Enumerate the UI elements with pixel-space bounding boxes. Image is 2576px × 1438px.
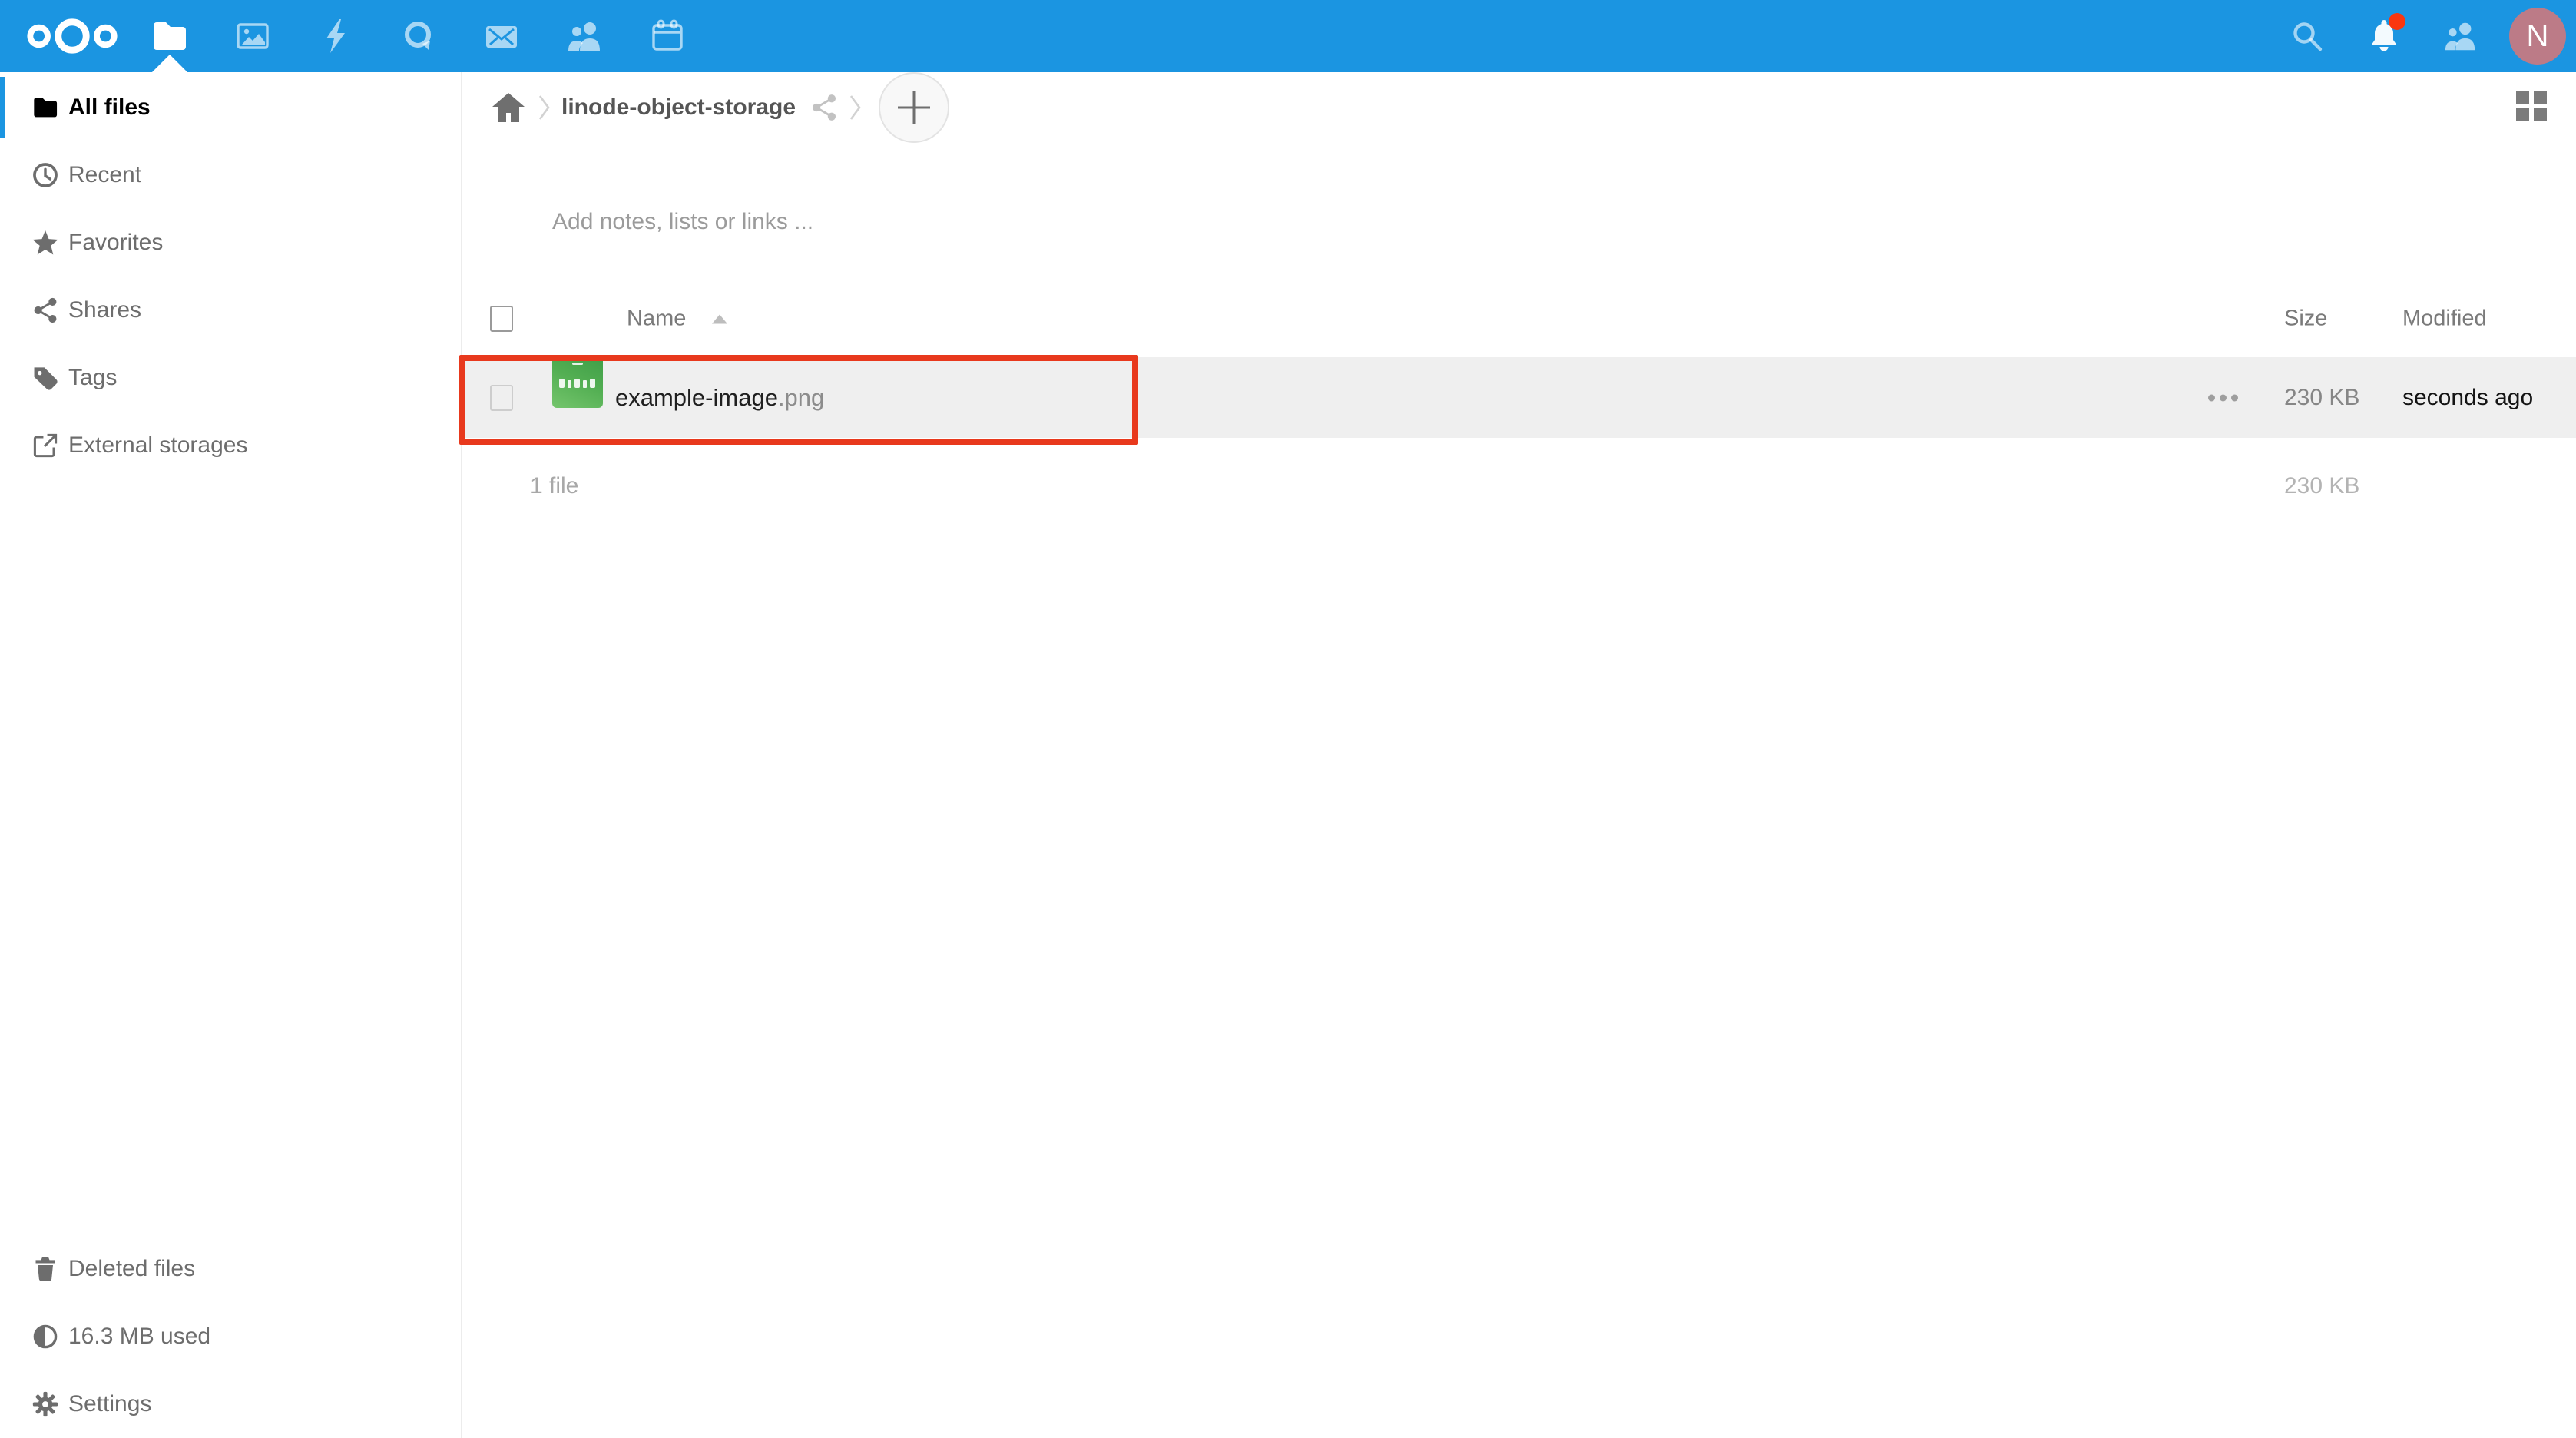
column-header-name[interactable]: Name: [627, 306, 727, 332]
sidebar-item-label: All files: [68, 94, 151, 121]
app-contacts-icon[interactable]: [543, 0, 626, 72]
sidebar-item-label: Tags: [68, 365, 117, 391]
file-list-content: linode-object-storage Add notes, lists o…: [462, 72, 2576, 1438]
chevron-right-icon: [537, 94, 551, 121]
sidebar-item-label: Deleted files: [68, 1256, 195, 1282]
column-header-size[interactable]: Size: [2284, 306, 2327, 332]
nextcloud-logo-icon[interactable]: [23, 0, 121, 72]
quota-icon: [31, 1323, 59, 1350]
sidebar-item-all-files[interactable]: All files: [0, 74, 461, 141]
grid-view-toggle-icon[interactable]: [2516, 91, 2550, 124]
sidebar-item-label: Favorites: [68, 230, 163, 256]
sidebar-item-quota[interactable]: 16.3 MB used: [0, 1303, 461, 1370]
search-icon[interactable]: [2269, 0, 2346, 72]
app-files-icon[interactable]: [128, 0, 211, 72]
clock-icon: [31, 161, 59, 189]
chevron-right-icon: [848, 94, 862, 121]
app-talk-icon[interactable]: [377, 0, 460, 72]
file-name[interactable]: example-image.png: [615, 384, 824, 412]
trash-icon: [31, 1255, 59, 1283]
share-icon: [31, 297, 59, 324]
app-launcher: [128, 0, 709, 72]
sidebar-nav: All files Recent Favorites: [0, 72, 461, 479]
row-checkbox[interactable]: [490, 385, 513, 411]
select-all-checkbox[interactable]: [490, 306, 513, 332]
sidebar: All files Recent Favorites: [0, 72, 462, 1438]
notification-badge: [2389, 13, 2405, 30]
sidebar-item-label: Shares: [68, 297, 141, 323]
notes-input[interactable]: Add notes, lists or links ...: [552, 209, 813, 235]
sidebar-bottom-nav: Deleted files 16.3 MB used: [0, 1234, 461, 1438]
active-app-notch: [152, 55, 187, 72]
contacts-menu-icon[interactable]: [2422, 0, 2499, 72]
sidebar-item-deleted-files[interactable]: Deleted files: [0, 1235, 461, 1303]
new-file-button[interactable]: [879, 72, 949, 143]
summary-total-size: 230 KB: [2284, 473, 2359, 499]
external-storage-icon: [31, 432, 59, 459]
topbar-right: N: [2269, 0, 2576, 72]
table-row-example-image[interactable]: example-image.png 230 KB seconds ago: [462, 357, 2576, 438]
column-header-modified[interactable]: Modified: [2402, 306, 2487, 332]
app-activity-icon[interactable]: [294, 0, 377, 72]
avatar-letter: N: [2527, 19, 2549, 54]
summary-file-count: 1 file: [530, 473, 578, 499]
sidebar-item-label: Settings: [68, 1391, 151, 1417]
star-icon: [31, 229, 59, 257]
file-list-header: Name Size Modified: [462, 293, 2576, 344]
app-mail-icon[interactable]: [460, 0, 543, 72]
sidebar-item-external-storages[interactable]: External storages: [0, 412, 461, 479]
tag-icon: [31, 364, 59, 392]
user-avatar[interactable]: N: [2499, 0, 2576, 72]
gear-icon: [31, 1390, 59, 1418]
file-list-summary: 1 file 230 KB: [462, 461, 2576, 512]
nextcloud-files-app: N All files Recent: [0, 0, 2576, 1438]
sort-ascending-icon: [712, 314, 727, 323]
app-photos-icon[interactable]: [211, 0, 294, 72]
file-size: 230 KB: [2284, 385, 2359, 411]
breadcrumb-current-folder[interactable]: linode-object-storage: [561, 94, 796, 121]
file-thumbnail-green-image[interactable]: [552, 357, 603, 408]
home-icon[interactable]: [491, 91, 526, 124]
sidebar-item-tags[interactable]: Tags: [0, 344, 461, 412]
notifications-bell-icon[interactable]: [2346, 0, 2422, 72]
share-folder-icon[interactable]: [811, 94, 837, 121]
sidebar-item-shares[interactable]: Shares: [0, 277, 461, 344]
file-extension: .png: [778, 384, 824, 411]
breadcrumb: linode-object-storage: [462, 72, 2576, 143]
sidebar-item-recent[interactable]: Recent: [0, 141, 461, 209]
sidebar-item-favorites[interactable]: Favorites: [0, 209, 461, 277]
folder-icon: [31, 94, 59, 121]
sidebar-item-settings[interactable]: Settings: [0, 1370, 461, 1438]
app-calendar-icon[interactable]: [626, 0, 709, 72]
row-actions-menu-icon[interactable]: [2208, 394, 2238, 401]
sidebar-item-label: External storages: [68, 432, 247, 459]
sidebar-item-label: 16.3 MB used: [68, 1324, 210, 1350]
sidebar-item-label: Recent: [68, 162, 141, 188]
file-modified: seconds ago: [2402, 385, 2533, 411]
topbar: N: [0, 0, 2576, 72]
